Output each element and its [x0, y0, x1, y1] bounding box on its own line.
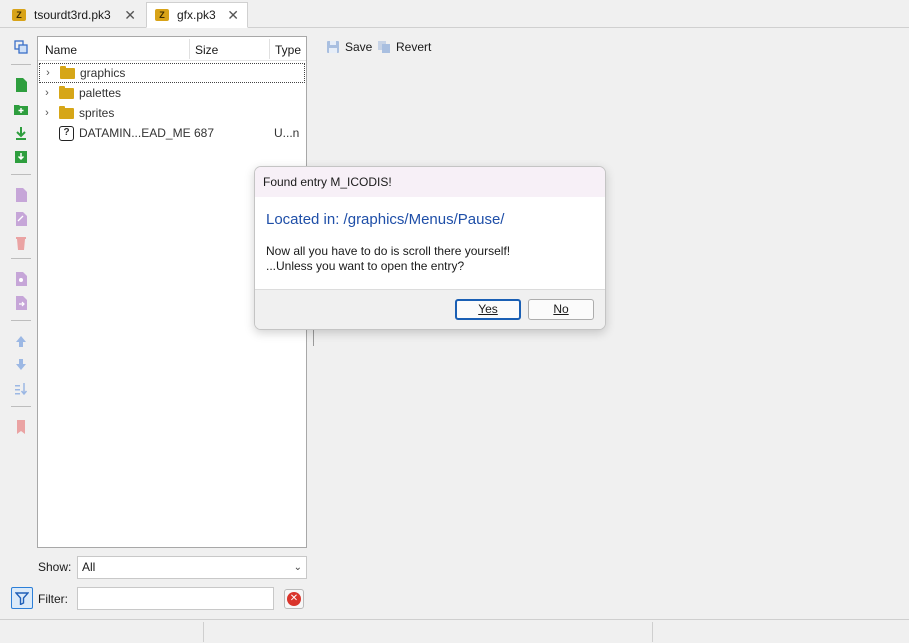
tab-label: tsourdt3rd.pk3: [34, 8, 111, 22]
list-item[interactable]: ? DATAMIN...EAD_ME 687 U...n: [39, 123, 305, 143]
show-value: All: [82, 560, 96, 574]
show-label: Show:: [38, 560, 72, 574]
status-bar: [0, 619, 909, 643]
revert-icon: [378, 41, 390, 53]
tab-tsourdt3rd[interactable]: Z tsourdt3rd.pk3 ✕: [4, 2, 144, 28]
export-as-icon[interactable]: [14, 296, 28, 310]
revert-button[interactable]: Revert: [378, 40, 431, 54]
arrow-up-icon[interactable]: [14, 334, 28, 348]
folder-icon: [60, 65, 75, 79]
save-icon: [327, 41, 339, 53]
entry-type: U...n: [274, 126, 300, 140]
found-entry-dialog: Found entry M_ICODIS! Located in: /graph…: [254, 166, 606, 330]
splitter-handle[interactable]: [313, 330, 314, 346]
entry-list-header: Name Size Type: [38, 37, 306, 61]
dialog-message: Now all you have to do is scroll there y…: [266, 244, 510, 274]
import-icon[interactable]: [14, 126, 28, 140]
filter-input[interactable]: [77, 587, 274, 610]
rename-each-icon[interactable]: [14, 212, 28, 226]
folder-icon: [59, 85, 74, 99]
dialog-heading: Located in: /graphics/Menus/Pause/: [266, 211, 505, 228]
save-label: Save: [345, 40, 373, 54]
save-button[interactable]: Save: [327, 40, 372, 54]
entry-size: 687: [194, 126, 215, 140]
filter-toggle-button[interactable]: [11, 587, 33, 609]
no-button[interactable]: No: [528, 299, 594, 320]
dialog-message-line: ...Unless you want to open the entry?: [266, 259, 465, 273]
rename-icon[interactable]: [14, 188, 28, 202]
tab-bar: Z tsourdt3rd.pk3 ✕ Z gfx.pk3 ✕: [0, 0, 909, 28]
dialog-message-line: Now all you have to do is scroll there y…: [266, 244, 511, 258]
yes-button[interactable]: Yes: [455, 299, 521, 320]
yes-label: Yes: [478, 302, 498, 316]
delete-icon[interactable]: [14, 236, 28, 250]
new-entry-icon[interactable]: [14, 78, 28, 92]
sort-icon[interactable]: [14, 382, 28, 396]
entry-name: graphics: [80, 66, 126, 80]
entry-name: palettes: [79, 86, 122, 100]
revert-label: Revert: [396, 40, 432, 54]
clear-filter-button[interactable]: ✕: [284, 589, 304, 609]
close-icon[interactable]: ✕: [124, 8, 136, 22]
column-header-type[interactable]: Type: [275, 43, 301, 57]
entry-name: sprites: [79, 106, 115, 120]
chevron-down-icon: ⌄: [293, 562, 302, 573]
filter-label: Filter:: [38, 592, 68, 606]
tab-label: gfx.pk3: [177, 8, 216, 22]
export-icon[interactable]: [14, 272, 28, 286]
import-files-icon[interactable]: [14, 150, 28, 164]
unknown-file-icon: ?: [59, 125, 74, 141]
filter-icon: [15, 592, 29, 605]
chevron-right-icon[interactable]: ›: [39, 87, 55, 99]
close-icon[interactable]: ✕: [227, 8, 239, 22]
folder-icon: [59, 105, 74, 119]
list-item[interactable]: › palettes: [39, 83, 305, 103]
dialog-title: Found entry M_ICODIS!: [255, 167, 605, 197]
chevron-right-icon[interactable]: ›: [39, 107, 55, 119]
pk3-archive-icon: Z: [12, 9, 26, 21]
show-select[interactable]: All ⌄: [77, 556, 307, 579]
bookmark-icon[interactable]: [14, 420, 28, 434]
chevron-right-icon[interactable]: ›: [40, 67, 56, 79]
no-label: No: [553, 302, 569, 316]
list-item[interactable]: › sprites: [39, 103, 305, 123]
pk3-archive-icon: Z: [155, 9, 169, 21]
copy-icon[interactable]: [14, 40, 28, 54]
clear-icon: ✕: [287, 592, 301, 606]
dialog-button-bar: Yes No: [255, 289, 605, 329]
tab-gfx[interactable]: Z gfx.pk3 ✕: [146, 2, 248, 28]
column-header-size[interactable]: Size: [195, 43, 218, 57]
list-item[interactable]: › graphics: [39, 63, 305, 83]
new-folder-icon[interactable]: [14, 102, 28, 116]
arrow-down-icon[interactable]: [14, 358, 28, 372]
entry-name: DATAMIN...EAD_ME: [79, 126, 191, 140]
column-header-name[interactable]: Name: [45, 43, 77, 57]
